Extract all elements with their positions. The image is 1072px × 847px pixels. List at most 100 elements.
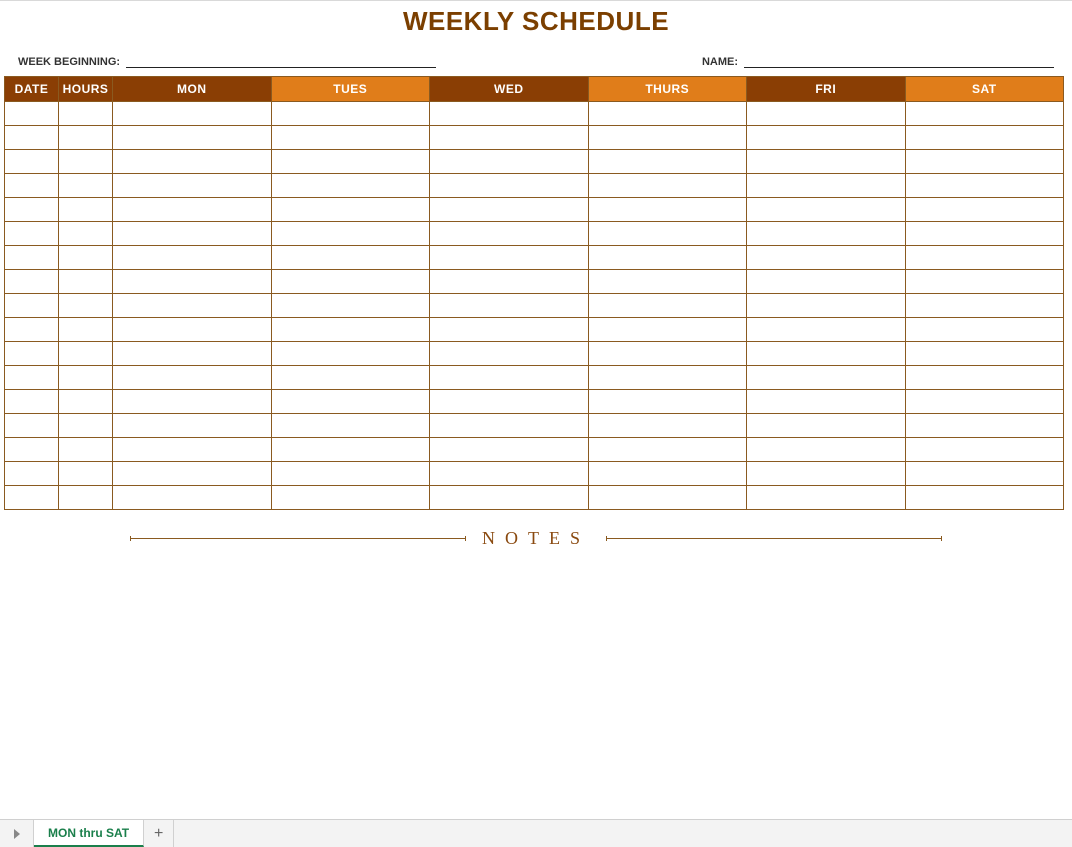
cell[interactable] xyxy=(113,318,272,342)
cell[interactable] xyxy=(430,102,589,126)
cell[interactable] xyxy=(5,294,59,318)
cell[interactable] xyxy=(588,102,747,126)
cell[interactable] xyxy=(5,414,59,438)
cell[interactable] xyxy=(430,414,589,438)
cell[interactable] xyxy=(271,222,430,246)
cell[interactable] xyxy=(747,486,906,510)
cell[interactable] xyxy=(271,438,430,462)
cell[interactable] xyxy=(430,222,589,246)
cell[interactable] xyxy=(905,462,1064,486)
cell[interactable] xyxy=(430,294,589,318)
cell[interactable] xyxy=(59,486,113,510)
cell[interactable] xyxy=(271,342,430,366)
cell[interactable] xyxy=(905,198,1064,222)
cell[interactable] xyxy=(905,126,1064,150)
cell[interactable] xyxy=(5,366,59,390)
cell[interactable] xyxy=(430,126,589,150)
cell[interactable] xyxy=(747,150,906,174)
cell[interactable] xyxy=(747,414,906,438)
cell[interactable] xyxy=(747,126,906,150)
cell[interactable] xyxy=(5,342,59,366)
cell[interactable] xyxy=(905,438,1064,462)
cell[interactable] xyxy=(588,342,747,366)
cell[interactable] xyxy=(113,486,272,510)
cell[interactable] xyxy=(59,222,113,246)
cell[interactable] xyxy=(5,390,59,414)
cell[interactable] xyxy=(59,150,113,174)
name-input[interactable] xyxy=(744,51,1054,68)
cell[interactable] xyxy=(588,366,747,390)
cell[interactable] xyxy=(747,102,906,126)
cell[interactable] xyxy=(59,390,113,414)
cell[interactable] xyxy=(59,342,113,366)
cell[interactable] xyxy=(905,318,1064,342)
cell[interactable] xyxy=(588,246,747,270)
cell[interactable] xyxy=(905,102,1064,126)
cell[interactable] xyxy=(113,150,272,174)
cell[interactable] xyxy=(59,246,113,270)
cell[interactable] xyxy=(588,390,747,414)
week-beginning-input[interactable] xyxy=(126,51,436,68)
cell[interactable] xyxy=(271,198,430,222)
add-sheet-button[interactable]: + xyxy=(144,820,174,847)
cell[interactable] xyxy=(588,414,747,438)
cell[interactable] xyxy=(271,270,430,294)
cell[interactable] xyxy=(747,294,906,318)
cell[interactable] xyxy=(747,270,906,294)
cell[interactable] xyxy=(5,462,59,486)
cell[interactable] xyxy=(271,486,430,510)
cell[interactable] xyxy=(271,294,430,318)
cell[interactable] xyxy=(905,486,1064,510)
cell[interactable] xyxy=(588,486,747,510)
cell[interactable] xyxy=(59,174,113,198)
cell[interactable] xyxy=(588,270,747,294)
cell[interactable] xyxy=(59,414,113,438)
cell[interactable] xyxy=(430,174,589,198)
cell[interactable] xyxy=(5,198,59,222)
cell[interactable] xyxy=(588,462,747,486)
cell[interactable] xyxy=(5,102,59,126)
cell[interactable] xyxy=(747,438,906,462)
cell[interactable] xyxy=(5,222,59,246)
cell[interactable] xyxy=(59,462,113,486)
cell[interactable] xyxy=(59,198,113,222)
cell[interactable] xyxy=(59,270,113,294)
cell[interactable] xyxy=(113,270,272,294)
cell[interactable] xyxy=(59,366,113,390)
cell[interactable] xyxy=(5,438,59,462)
cell[interactable] xyxy=(5,126,59,150)
cell[interactable] xyxy=(905,414,1064,438)
cell[interactable] xyxy=(747,390,906,414)
cell[interactable] xyxy=(113,366,272,390)
cell[interactable] xyxy=(905,366,1064,390)
cell[interactable] xyxy=(113,414,272,438)
cell[interactable] xyxy=(905,150,1064,174)
cell[interactable] xyxy=(747,222,906,246)
cell[interactable] xyxy=(430,246,589,270)
cell[interactable] xyxy=(271,462,430,486)
cell[interactable] xyxy=(588,438,747,462)
cell[interactable] xyxy=(59,294,113,318)
cell[interactable] xyxy=(747,342,906,366)
cell[interactable] xyxy=(113,246,272,270)
cell[interactable] xyxy=(588,150,747,174)
cell[interactable] xyxy=(430,318,589,342)
cell[interactable] xyxy=(59,438,113,462)
cell[interactable] xyxy=(271,126,430,150)
cell[interactable] xyxy=(588,174,747,198)
cell[interactable] xyxy=(905,294,1064,318)
cell[interactable] xyxy=(113,342,272,366)
cell[interactable] xyxy=(430,198,589,222)
cell[interactable] xyxy=(271,150,430,174)
cell[interactable] xyxy=(113,174,272,198)
cell[interactable] xyxy=(113,390,272,414)
cell[interactable] xyxy=(271,318,430,342)
cell[interactable] xyxy=(59,318,113,342)
cell[interactable] xyxy=(59,102,113,126)
cell[interactable] xyxy=(905,246,1064,270)
cell[interactable] xyxy=(905,222,1064,246)
cell[interactable] xyxy=(271,414,430,438)
cell[interactable] xyxy=(430,462,589,486)
cell[interactable] xyxy=(113,222,272,246)
cell[interactable] xyxy=(5,486,59,510)
